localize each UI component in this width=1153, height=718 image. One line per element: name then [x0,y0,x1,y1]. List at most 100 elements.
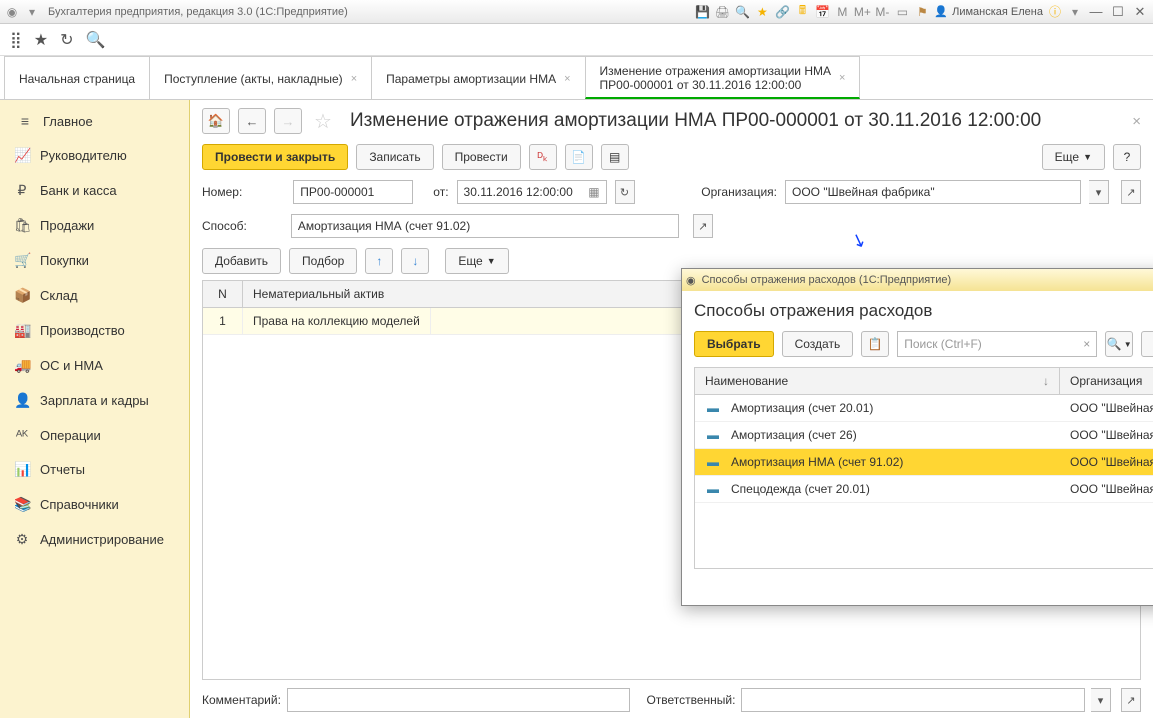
tab-close-icon[interactable]: × [564,73,570,85]
favorite-icon[interactable]: ★ [34,30,48,50]
tab-close-icon[interactable]: × [351,73,357,85]
minimize-button[interactable]: — [1087,5,1105,19]
expense-methods-table: Наименование↓ Организация ▬Амортизация (… [694,367,1153,569]
back-button[interactable]: ← [238,108,266,134]
col-org[interactable]: Организация [1060,368,1153,394]
sidebar-item-warehouse[interactable]: 📦Склад [0,278,189,313]
home-button[interactable]: 🏠 [202,108,230,134]
copy-button[interactable]: 📋 [861,331,889,357]
post-button[interactable]: Провести [442,144,521,170]
save-icon[interactable]: 💾 [694,4,710,20]
tab-home[interactable]: Начальная страница [4,56,150,99]
move-up-button[interactable]: ↑ [365,248,393,274]
move-down-button[interactable]: ↓ [401,248,429,274]
sidebar-item-purchases[interactable]: 🛒Покупки [0,243,189,278]
search-input[interactable]: Поиск (Ctrl+F) × [897,331,1097,357]
calendar-icon[interactable]: 📅 [814,4,830,20]
list-item[interactable]: ▬Амортизация (счет 20.01)ООО "Швейная фа… [695,395,1153,422]
sidebar-item-manager[interactable]: 📈Руководителю [0,138,189,173]
maximize-button[interactable]: ☐ [1109,5,1127,19]
post-and-close-button[interactable]: Провести и закрыть [202,144,348,170]
doc-close-icon[interactable]: × [1132,113,1141,130]
sidebar-item-admin[interactable]: ⚙Администрирование [0,522,189,557]
document-title: Изменение отражения амортизации НМА ПР00… [350,110,1118,132]
sidebar-item-operations[interactable]: ᴬᴷОперации [0,418,189,452]
select-button[interactable]: Выбрать [694,331,774,357]
close-button[interactable]: ✕ [1131,5,1149,19]
person-icon: 👤 [14,392,30,409]
org-open-button[interactable]: ↗ [1121,180,1141,204]
user-name[interactable]: 👤Лиманская Елена [934,5,1043,18]
sidebar: ≡Главное 📈Руководителю ₽Банк и касса 🛍Пр… [0,100,190,718]
print-icon[interactable]: 🖨 [714,4,730,20]
sidebar-item-references[interactable]: 📚Справочники [0,487,189,522]
org-dropdown-button[interactable]: ▾ [1089,180,1109,204]
info-icon[interactable]: ⓘ [1047,4,1063,20]
list-item[interactable]: ▬Спецодежда (счет 20.01)ООО "Швейная фаб… [695,476,1153,503]
list-item[interactable]: ▬Амортизация НМА (счет 91.02)ООО "Швейна… [695,449,1153,476]
table-more-button[interactable]: Еще▼ [445,248,508,274]
date-input[interactable]: 30.11.2016 12:00:00▦ [457,180,607,204]
search-icon[interactable]: 🔍 [734,4,750,20]
apps-icon[interactable]: ⣿ [10,30,22,50]
link-icon[interactable]: 🔗 [774,4,790,20]
sidebar-item-bank[interactable]: ₽Банк и касса [0,173,189,208]
cart-icon: 🛒 [14,252,30,269]
m-plus-button[interactable]: M+ [854,4,870,20]
method-label: Способ: [202,219,247,233]
tab-receipts[interactable]: Поступление (акты, накладные)× [149,56,372,99]
calc-icon[interactable]: 🖩 [794,4,810,20]
gear-icon: ⚙ [14,531,30,548]
responsible-input[interactable] [741,688,1085,712]
item-icon: ▬ [695,482,731,496]
method-input[interactable]: Амортизация НМА (счет 91.02) [291,214,679,238]
search-toolbar-icon[interactable]: 🔍 [85,30,105,50]
number-input[interactable]: ПР00-000001 [293,180,413,204]
org-input[interactable]: ООО "Швейная фабрика" [785,180,1081,204]
m-minus-button[interactable]: M- [874,4,890,20]
tab-amort-change[interactable]: Изменение отражения амортизации НМАПР00-… [585,56,861,99]
dialog-more-button[interactable]: Еще▼ [1141,331,1153,357]
list-icon-button[interactable]: ▤ [601,144,629,170]
sidebar-item-reports[interactable]: 📊Отчеты [0,452,189,487]
help-button[interactable]: ? [1113,144,1141,170]
calendar-picker-icon[interactable]: ▦ [588,185,599,199]
method-open-button[interactable]: ↗ [693,214,713,238]
flag-icon[interactable]: ⚑ [914,4,930,20]
search-button[interactable]: 🔍▼ [1105,331,1133,357]
sidebar-item-main[interactable]: ≡Главное [0,104,189,138]
panel-icon[interactable]: ▭ [894,4,910,20]
history-icon[interactable]: ↻ [60,30,73,50]
factory-icon: 🏭 [14,322,30,339]
resp-open-button[interactable]: ↗ [1121,688,1141,712]
sidebar-item-salary[interactable]: 👤Зарплата и кадры [0,383,189,418]
sidebar-item-assets[interactable]: 🚚ОС и НМА [0,348,189,383]
tab-close-icon[interactable]: × [839,72,845,84]
more-button[interactable]: Еще▼ [1042,144,1105,170]
col-name[interactable]: Наименование↓ [695,368,1060,394]
date-label: от: [433,185,448,199]
star-outline-icon[interactable]: ☆ [314,109,332,134]
date-extra-button[interactable]: ↻ [615,180,635,204]
info-caret[interactable]: ▾ [1067,4,1083,20]
col-n[interactable]: N [203,281,243,307]
forward-button[interactable]: → [274,108,302,134]
m-button[interactable]: M [834,4,850,20]
dialog-titlebar: ◉ Способы отражения расходов (1С:Предпри… [682,269,1153,291]
search-clear-icon[interactable]: × [1083,337,1090,351]
title-bar: ◉ ▾ Бухгалтерия предприятия, редакция 3.… [0,0,1153,24]
resp-dropdown-button[interactable]: ▾ [1091,688,1111,712]
sidebar-item-production[interactable]: 🏭Производство [0,313,189,348]
doc-icon-button[interactable]: 📄 [565,144,593,170]
dtkt-button[interactable]: ᴰₖ [529,144,557,170]
save-button[interactable]: Записать [356,144,433,170]
sidebar-item-sales[interactable]: 🛍Продажи [0,208,189,243]
create-button[interactable]: Создать [782,331,854,357]
list-item[interactable]: ▬Амортизация (счет 26)ООО "Швейная фабри… [695,422,1153,449]
comment-input[interactable] [287,688,631,712]
tab-amort-params[interactable]: Параметры амортизации НМА× [371,56,585,99]
pick-button[interactable]: Подбор [289,248,357,274]
star-icon[interactable]: ★ [754,4,770,20]
add-button[interactable]: Добавить [202,248,281,274]
dropdown-icon[interactable]: ▾ [24,4,40,20]
